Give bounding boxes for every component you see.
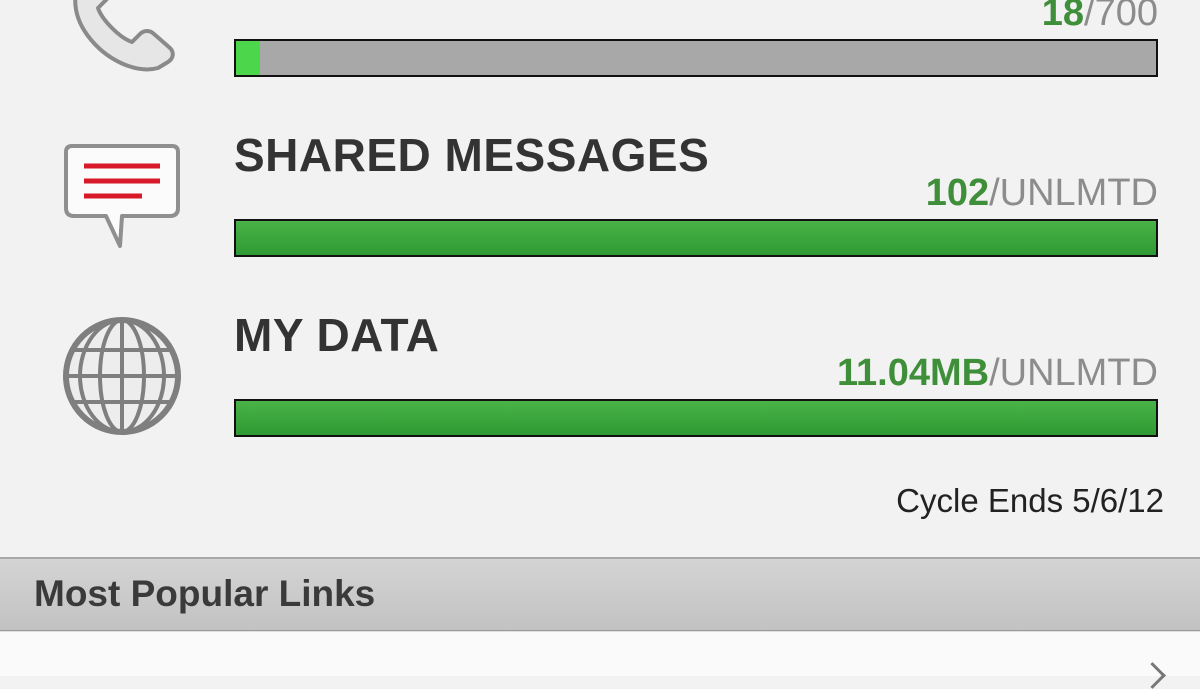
minutes-progress-fill <box>236 41 260 75</box>
messages-used: 102 <box>925 172 990 214</box>
chevron-right-icon <box>1139 662 1166 689</box>
minutes-value: 18/700 <box>1042 0 1158 35</box>
data-progress-bar <box>234 399 1158 437</box>
data-used: 11.04MB <box>837 352 990 394</box>
messages-value: 102/UNLMTD <box>926 172 1158 215</box>
globe-icon <box>63 317 181 435</box>
phone-icon <box>73 0 175 72</box>
data-value: 11.04MB/UNLMTD <box>837 352 1158 395</box>
messages-limit: /UNLMTD <box>989 172 1158 214</box>
popular-links-header: Most Popular Links <box>0 557 1200 631</box>
minutes-limit: /700 <box>1084 0 1158 34</box>
popular-link-item[interactable] <box>0 631 1200 689</box>
minutes-used: 18 <box>1041 0 1085 34</box>
message-bubble-icon <box>64 144 180 248</box>
cycle-end-date: Cycle Ends 5/6/12 <box>896 482 1164 519</box>
usage-row-minutes[interactable]: 18/700 <box>0 0 1200 100</box>
minutes-progress-bar <box>234 39 1158 77</box>
messages-progress-bar <box>234 219 1158 257</box>
data-title: MY DATA <box>234 309 440 361</box>
data-progress-fill <box>236 401 1156 435</box>
messages-title: SHARED MESSAGES <box>234 129 710 181</box>
popular-links-title: Most Popular Links <box>34 573 376 614</box>
data-limit: /UNLMTD <box>989 352 1158 394</box>
usage-row-data[interactable]: MY DATA 11.04MB/UNLMTD <box>0 300 1200 450</box>
messages-progress-fill <box>236 221 1156 255</box>
usage-row-messages[interactable]: SHARED MESSAGES 102/UNLMTD <box>0 120 1200 270</box>
